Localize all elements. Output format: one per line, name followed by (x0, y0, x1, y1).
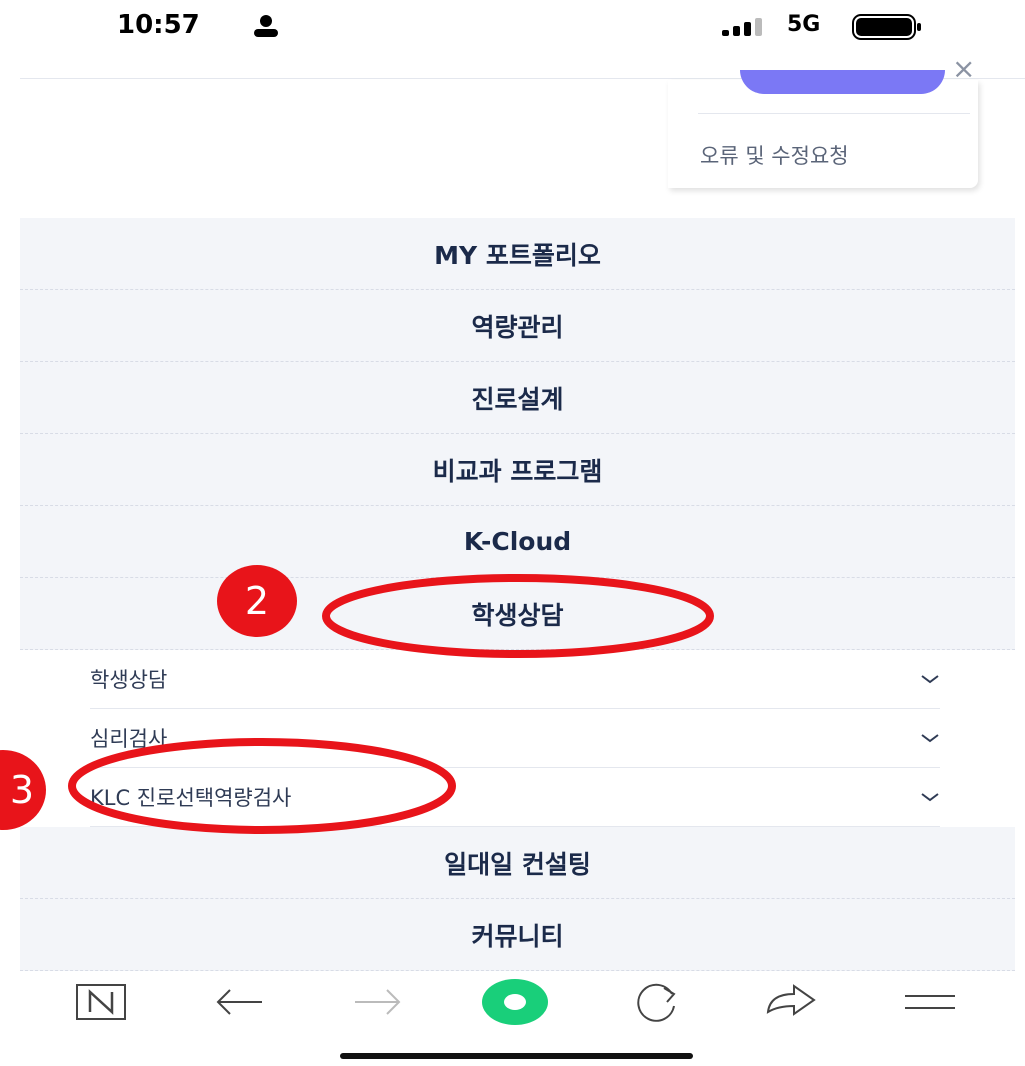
card-divider (698, 113, 970, 114)
chevron-down-icon (921, 675, 939, 684)
status-bar: 10:57 5G (0, 0, 1025, 60)
menu-item-student-counseling[interactable]: 학생상담 (20, 578, 1015, 650)
back-arrow-icon[interactable] (216, 989, 262, 1015)
submenu-item-counseling[interactable]: 학생상담 (90, 650, 940, 709)
status-time: 10:57 (117, 10, 200, 40)
home-indicator (340, 1053, 693, 1059)
menu-item-my-portfolio[interactable]: MY 포트폴리오 (20, 218, 1015, 290)
chevron-down-icon (921, 734, 939, 743)
forward-arrow-icon[interactable] (355, 989, 401, 1015)
menu-item-extracurricular[interactable]: 비교과 프로그램 (20, 434, 1015, 506)
feedback-card: 오류 및 수정요청 (668, 70, 978, 188)
menu-item-community[interactable]: 커뮤니티 (20, 899, 1015, 971)
main-menu: MY 포트폴리오 역량관리 진로설계 비교과 프로그램 K-Cloud 학생상담… (20, 218, 1015, 971)
menu-item-competency[interactable]: 역량관리 (20, 290, 1015, 362)
share-icon[interactable] (766, 984, 816, 1016)
action-button[interactable] (740, 70, 945, 94)
annotation-badge-2: 2 (217, 565, 297, 637)
menu-icon[interactable] (905, 995, 955, 1009)
submenu-student-counseling: 학생상담 심리검사 KLC 진로선택역량검사 (20, 650, 1015, 827)
submenu-item-klc-test[interactable]: KLC 진로선택역량검사 (90, 768, 940, 827)
menu-item-career-design[interactable]: 진로설계 (20, 362, 1015, 434)
chevron-down-icon (921, 793, 939, 802)
menu-item-consulting[interactable]: 일대일 컨설팅 (20, 827, 1015, 899)
person-icon (254, 15, 278, 37)
error-report-link[interactable]: 오류 및 수정요청 (700, 140, 849, 170)
green-dot-icon[interactable] (482, 979, 548, 1025)
battery-icon (852, 14, 921, 40)
submenu-item-psych-test[interactable]: 심리검사 (90, 709, 940, 768)
network-type: 5G (787, 12, 821, 37)
refresh-icon[interactable] (637, 983, 676, 1022)
menu-item-k-cloud[interactable]: K-Cloud (20, 506, 1015, 578)
browser-toolbar (76, 979, 955, 1025)
signal-icon (722, 18, 762, 36)
naver-home-icon[interactable] (76, 984, 126, 1020)
